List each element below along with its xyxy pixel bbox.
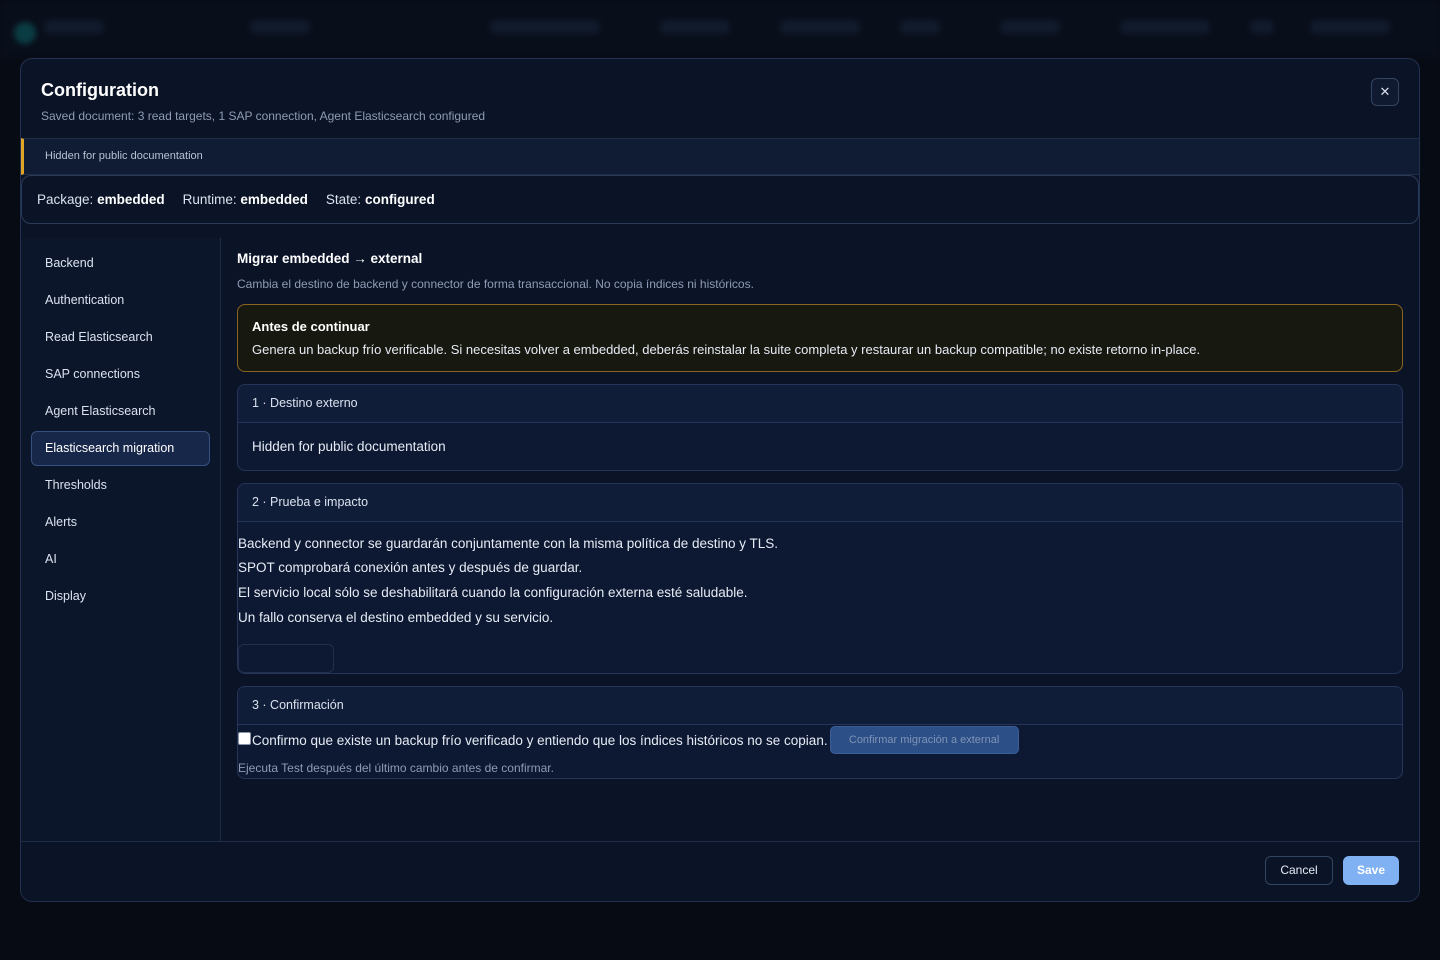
step-confirmation: 3 · Confirmación Confirmo que existe un …	[237, 686, 1403, 779]
cancel-button[interactable]: Cancel	[1265, 856, 1333, 885]
notice-banner: Hidden for public documentation	[21, 138, 1419, 175]
warning-title: Antes de continuar	[252, 319, 370, 334]
nav-placeholder	[1000, 20, 1060, 34]
nav-placeholder	[1120, 20, 1210, 34]
nav-placeholder	[780, 20, 860, 34]
sidebar-item-alerts[interactable]: Alerts	[31, 505, 210, 540]
section-description: Cambia el destino de backend y connector…	[237, 277, 754, 291]
modal-title: Configuration	[41, 80, 159, 100]
settings-sidebar: Backend Authentication Read Elasticsearc…	[21, 238, 221, 841]
sidebar-item-thresholds[interactable]: Thresholds	[31, 468, 210, 503]
sidebar-item-sap-connections[interactable]: SAP connections	[31, 357, 210, 392]
package-label: Package:	[37, 192, 94, 207]
confirm-migration-button[interactable]: Confirmar migración a external	[829, 726, 1019, 754]
test-button[interactable]	[238, 644, 334, 673]
close-button[interactable]: ✕	[1371, 78, 1399, 106]
app-name-placeholder	[44, 20, 104, 34]
runtime-label: Runtime:	[182, 192, 237, 207]
step-external-destination: 1 · Destino externo Hidden for public do…	[237, 384, 1403, 471]
modal-footer: Cancel Save	[21, 841, 1419, 901]
close-icon: ✕	[1379, 84, 1391, 99]
confirm-checkbox[interactable]	[238, 731, 251, 745]
impact-line: El servicio local sólo se deshabilitará …	[238, 585, 748, 600]
nav-placeholder	[900, 20, 940, 34]
confirm-hint: Ejecuta Test después del último cambio a…	[238, 761, 554, 775]
step-title: 2 · Prueba e impacto	[238, 484, 1402, 522]
nav-placeholder	[1310, 20, 1390, 34]
confirm-checkbox-label[interactable]: Confirmo que existe un backup frío verif…	[252, 733, 828, 748]
runtime-value: embedded	[240, 192, 308, 207]
sidebar-item-read-elasticsearch[interactable]: Read Elasticsearch	[31, 320, 210, 355]
warning-text: Genera un backup frío verificable. Si ne…	[252, 342, 1201, 357]
impact-line: Backend y connector se guardarán conjunt…	[238, 536, 779, 551]
sidebar-item-display[interactable]: Display	[31, 579, 210, 614]
step-title: 3 · Confirmación	[238, 687, 1402, 725]
nav-placeholder	[250, 20, 310, 34]
warning-box: Antes de continuar Genera un backup frío…	[237, 304, 1403, 372]
modal-header: Configuration Saved document: 3 read tar…	[21, 59, 1419, 139]
sidebar-item-ai[interactable]: AI	[31, 542, 210, 577]
confirm-row: Confirmo que existe un backup frío verif…	[238, 725, 1019, 755]
notice-text: Hidden for public documentation	[45, 150, 203, 162]
state-label: State:	[325, 192, 362, 207]
step-body: Hidden for public documentation	[252, 439, 446, 454]
state-status: State: configured	[326, 192, 435, 207]
save-button[interactable]: Save	[1343, 856, 1399, 885]
package-value: embedded	[97, 192, 165, 207]
impact-line: Un fallo conserva el destino embedded y …	[238, 610, 554, 625]
step-title: 1 · Destino externo	[238, 385, 1402, 423]
sidebar-item-elasticsearch-migration[interactable]: Elasticsearch migration	[31, 431, 210, 466]
status-bar: Package: embedded Runtime: embedded Stat…	[21, 175, 1419, 224]
sidebar-item-agent-elasticsearch[interactable]: Agent Elasticsearch	[31, 394, 210, 429]
background-app-header	[0, 0, 1440, 58]
app-logo	[14, 22, 36, 44]
nav-placeholder	[660, 20, 730, 34]
runtime-status: Runtime: embedded	[183, 192, 308, 207]
impact-line: SPOT comprobará conexión antes y después…	[238, 560, 583, 575]
package-status: Package: embedded	[37, 192, 165, 207]
state-value: configured	[364, 192, 435, 207]
modal-subtitle: Saved document: 3 read targets, 1 SAP co…	[41, 109, 486, 123]
sidebar-item-backend[interactable]: Backend	[31, 246, 210, 281]
nav-placeholder	[490, 20, 600, 34]
configuration-modal: Configuration Saved document: 3 read tar…	[20, 58, 1420, 902]
section-title: Migrar embedded → external	[237, 251, 423, 266]
nav-placeholder	[1250, 20, 1274, 34]
migration-panel: Migrar embedded → external Cambia el des…	[237, 238, 1404, 841]
step-test-impact: 2 · Prueba e impacto Backend y connector…	[237, 483, 1403, 674]
sidebar-item-authentication[interactable]: Authentication	[31, 283, 210, 318]
